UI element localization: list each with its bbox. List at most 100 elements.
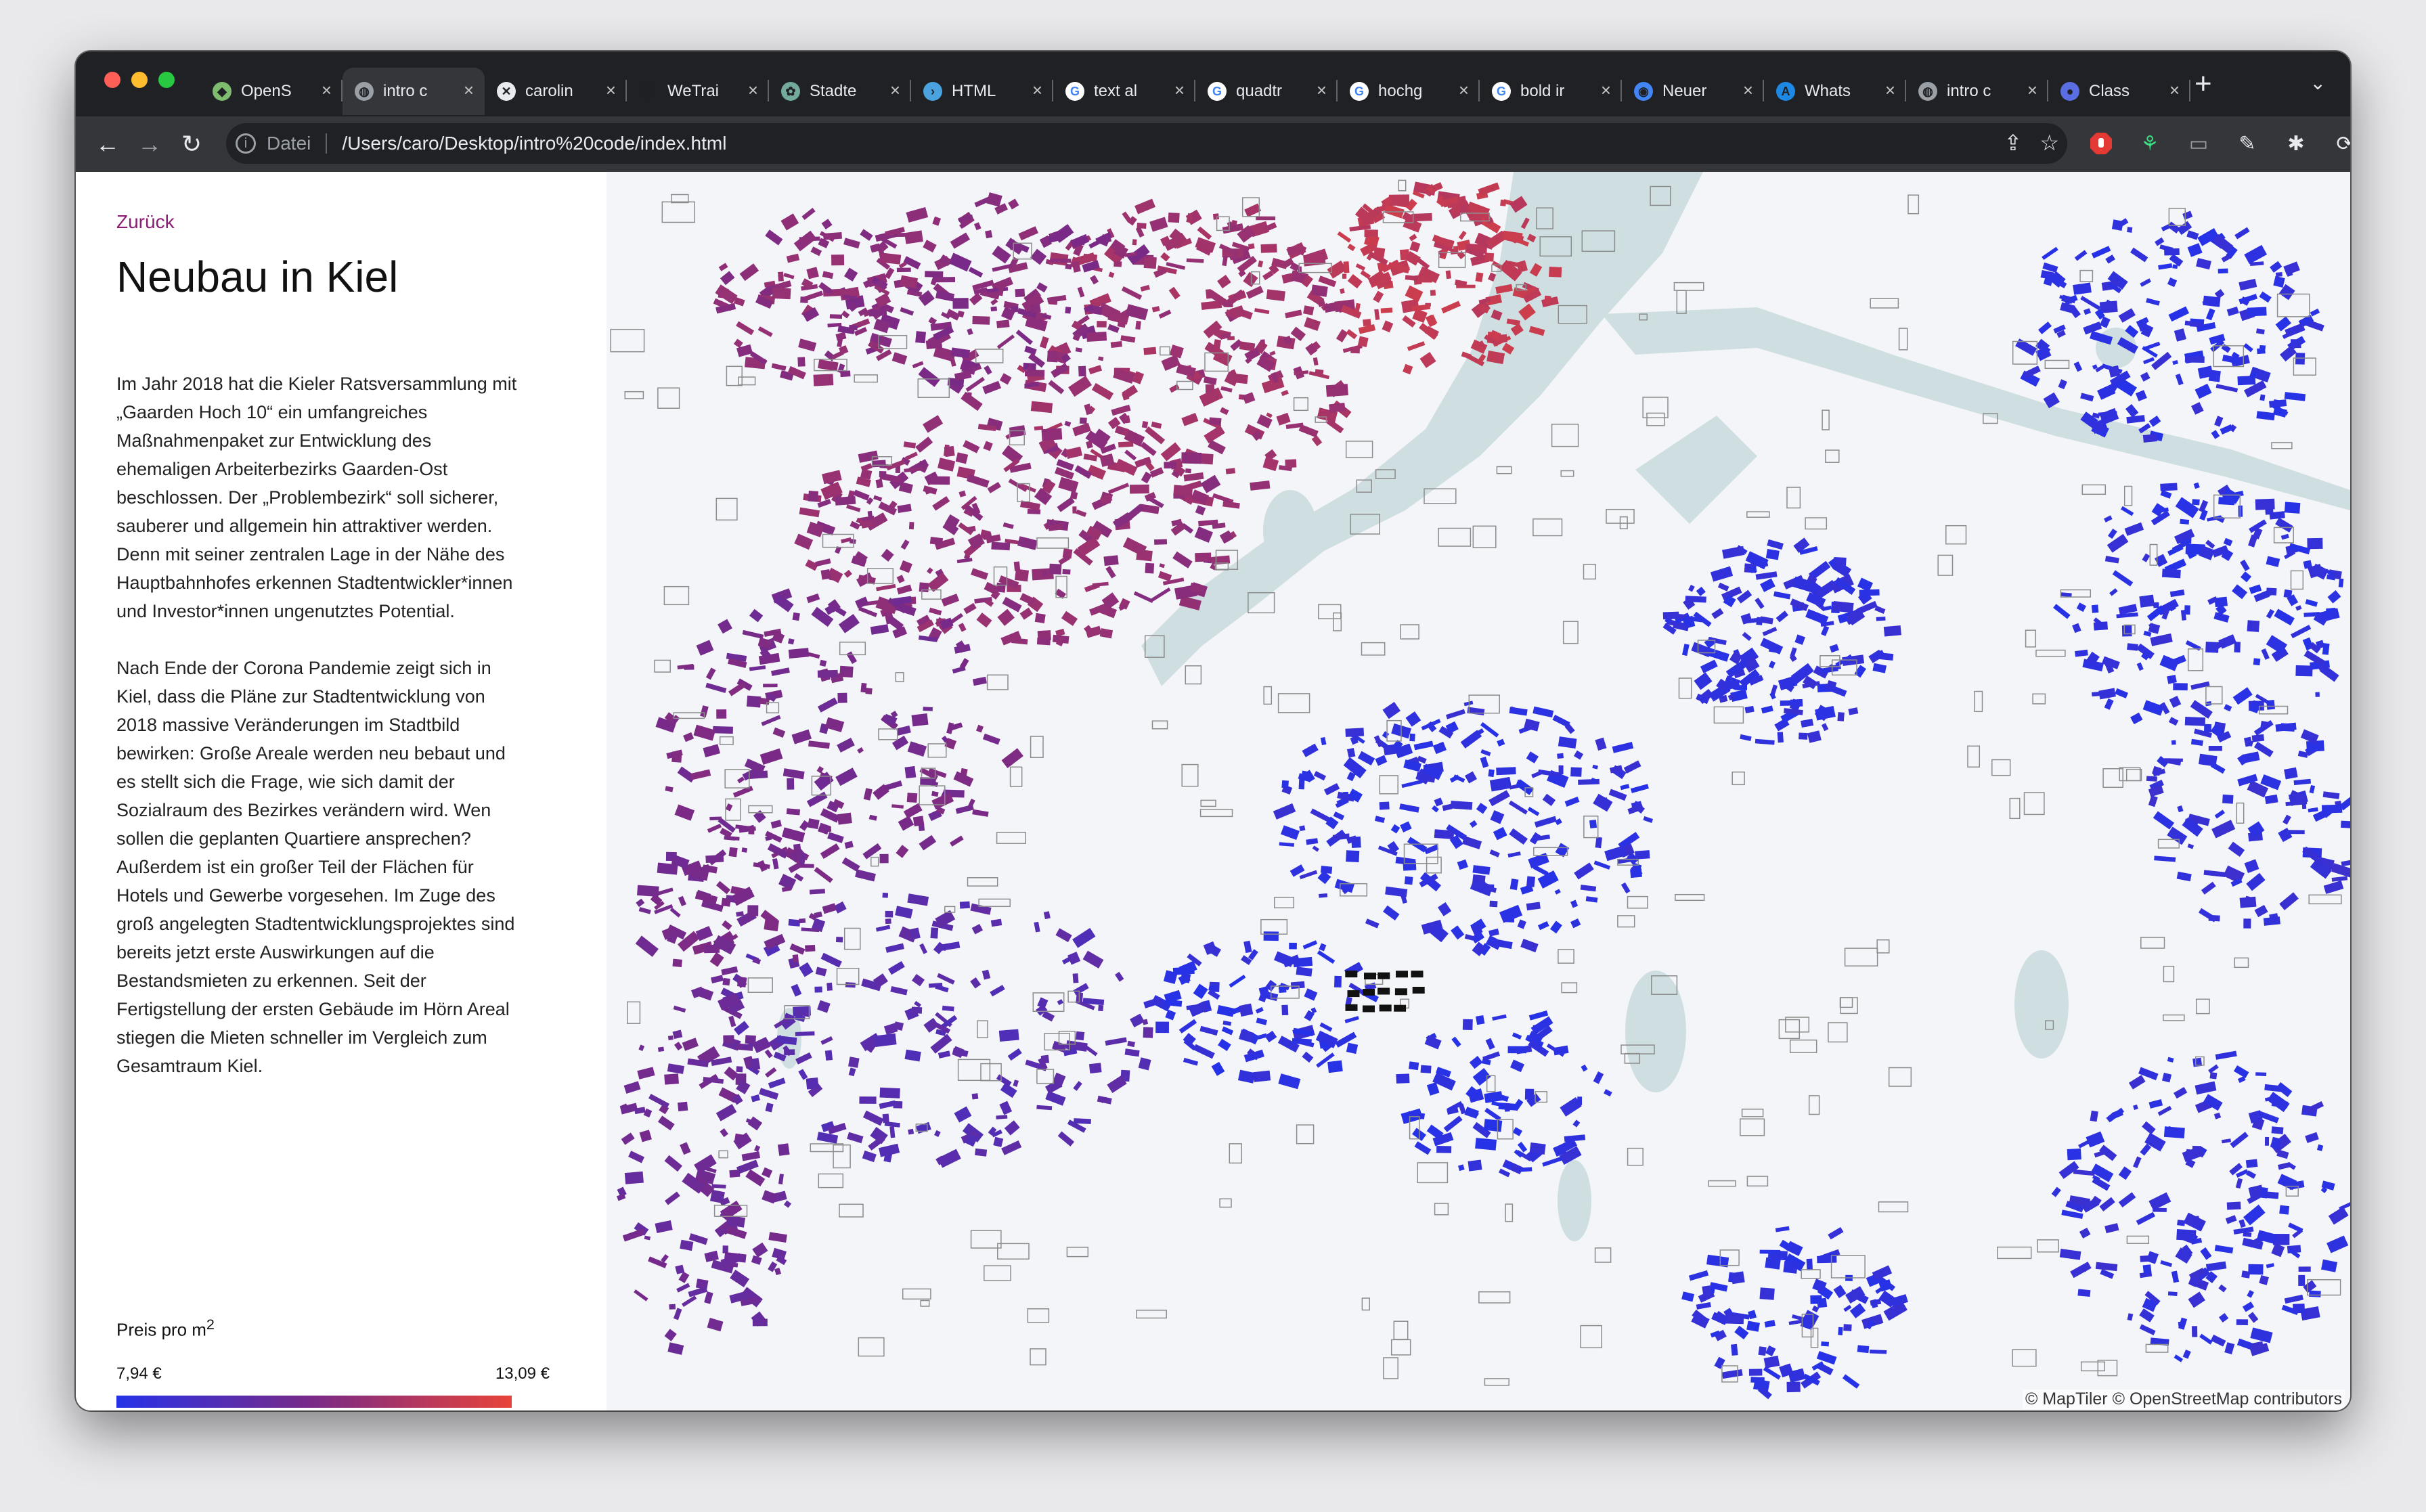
building-priced (941, 594, 960, 607)
tab-item[interactable]: A Whats × (1764, 68, 1906, 115)
building-priced (1007, 1048, 1022, 1061)
tab-close-icon[interactable]: × (464, 80, 474, 101)
building-priced (757, 326, 773, 338)
building-priced (2160, 483, 2178, 491)
building-priced (1722, 546, 1745, 559)
tab-close-icon[interactable]: × (1601, 80, 1611, 101)
building-priced (778, 271, 784, 282)
building-priced (2280, 533, 2289, 540)
building-priced (707, 823, 722, 833)
building-priced (2130, 712, 2143, 725)
building-priced (1260, 244, 1277, 253)
tab-close-icon[interactable]: × (322, 80, 332, 101)
bookmark-star-icon[interactable]: ☆ (2039, 130, 2059, 156)
building-priced (1193, 1044, 1215, 1059)
tab-item[interactable]: ◆ OpenS × (200, 68, 343, 115)
tab-close-icon[interactable]: × (1317, 80, 1327, 101)
tab-close-icon[interactable]: × (1459, 80, 1469, 101)
tab-item[interactable]: ◍ intro c × (343, 68, 485, 115)
building-priced (991, 541, 1011, 551)
zoom-window-button[interactable] (158, 72, 175, 88)
adblock-extension-icon[interactable] (2086, 129, 2116, 158)
building-priced (1445, 270, 1451, 280)
building-priced (966, 474, 990, 488)
building-priced (1343, 261, 1350, 273)
close-window-button[interactable] (104, 72, 120, 88)
building-priced (2259, 1187, 2268, 1199)
building-priced (1140, 284, 1151, 292)
building-outline (2276, 293, 2310, 317)
share-icon[interactable]: ⇪ (2004, 130, 2023, 156)
building-priced (907, 893, 929, 906)
building-priced (2199, 1333, 2213, 1345)
tab-item[interactable]: ω WeTrai × (627, 68, 769, 115)
building-priced (1043, 911, 1051, 920)
tab-close-icon[interactable]: × (1174, 80, 1185, 101)
building-priced (938, 458, 956, 472)
building-priced (1531, 770, 1543, 778)
tab-search-chevron-icon[interactable]: ⌄ (2310, 72, 2326, 94)
tab-item[interactable]: ◉ Neuer × (1622, 68, 1764, 115)
tab-close-icon[interactable]: × (890, 80, 900, 101)
building-priced (882, 892, 889, 898)
tab-close-icon[interactable]: × (606, 80, 616, 101)
building-priced (2326, 1235, 2349, 1253)
sync-extension-icon[interactable]: ⟳ (2330, 129, 2350, 158)
building-priced (1480, 756, 1489, 768)
address-bar[interactable]: i Datei /Users/caro/Desktop/intro%20code… (226, 123, 2067, 164)
tab-item[interactable]: ◍ intro c × (1906, 68, 2048, 115)
building-outline (1472, 525, 1497, 548)
back-arrow-icon[interactable]: ← (91, 127, 125, 161)
tab-close-icon[interactable]: × (1032, 80, 1042, 101)
building-priced (791, 983, 802, 997)
reload-icon[interactable]: ↻ (175, 127, 208, 161)
tab-item[interactable]: Gtext al × (1053, 68, 1195, 115)
building-priced (1475, 272, 1484, 282)
building-priced (855, 869, 876, 882)
tab-item[interactable]: ✕ carolin × (485, 68, 627, 115)
forward-arrow-icon[interactable]: → (133, 127, 167, 161)
card-extension-icon[interactable]: ▭ (2184, 129, 2213, 158)
tab-close-icon[interactable]: × (2169, 80, 2180, 101)
building-priced (820, 808, 840, 823)
site-info-icon[interactable]: i (236, 133, 256, 154)
tab-item[interactable]: › HTML × (911, 68, 1053, 115)
legend-min-label: 7,94 € (116, 1364, 162, 1383)
tab-item[interactable]: Gbold ir × (1480, 68, 1622, 115)
building-outline (1840, 997, 1858, 1015)
building-priced (1593, 793, 1613, 812)
tab-close-icon[interactable]: × (1743, 80, 1753, 101)
extensions-puzzle-icon[interactable]: ✱ (2281, 129, 2311, 158)
building-priced (904, 451, 918, 461)
leaf-extension-icon[interactable]: ⚘ (2135, 129, 2165, 158)
building-priced (1078, 365, 1086, 377)
minimize-window-button[interactable] (131, 72, 148, 88)
back-link[interactable]: Zurück (116, 211, 175, 233)
building-priced (2284, 1294, 2303, 1304)
tab-item[interactable]: ✿ Stadte × (769, 68, 911, 115)
tab-close-icon[interactable]: × (748, 80, 758, 101)
map-attribution[interactable]: © MapTiler © OpenStreetMap contributors (2022, 1389, 2345, 1409)
building-outline (1379, 775, 1398, 795)
building-priced (2276, 1149, 2289, 1159)
tab-item[interactable]: Gquadtr × (1195, 68, 1338, 115)
building-priced (1355, 263, 1366, 271)
new-tab-button[interactable]: + (2195, 69, 2212, 99)
building-priced (1140, 441, 1157, 456)
tab-close-icon[interactable]: × (2027, 80, 2037, 101)
map-canvas[interactable]: © MapTiler © OpenStreetMap contributors (606, 172, 2350, 1410)
building-priced (2247, 1290, 2254, 1298)
tab-item[interactable]: Ghochg × (1338, 68, 1480, 115)
building-priced (1357, 336, 1369, 348)
building-priced (2060, 302, 2075, 314)
address-url[interactable]: /Users/caro/Desktop/intro%20code/index.h… (342, 133, 726, 154)
paragraph: Im Jahr 2018 hat die Kieler Ratsversamml… (116, 374, 517, 621)
building-outline (997, 1243, 1030, 1260)
tab-title: intro c (1947, 82, 1991, 100)
building-priced (749, 665, 766, 671)
building-priced (835, 496, 856, 506)
tab-close-icon[interactable]: × (1885, 80, 1895, 101)
tab-item[interactable]: ● Class × (2048, 68, 2190, 115)
eyedropper-extension-icon[interactable]: ✎ (2232, 129, 2262, 158)
building-priced (2240, 559, 2250, 572)
